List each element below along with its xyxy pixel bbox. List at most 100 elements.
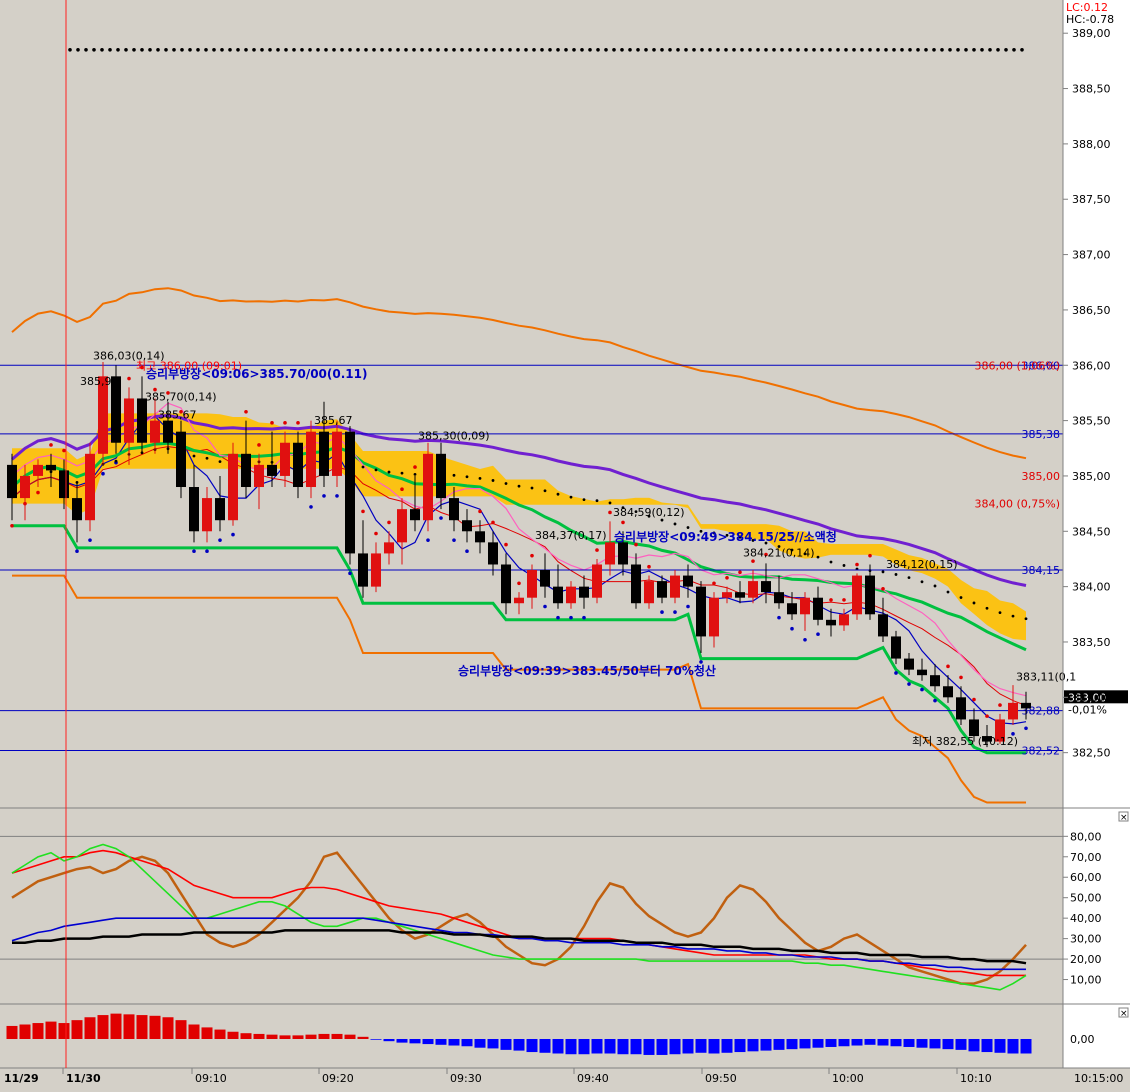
high-dot xyxy=(668,48,672,52)
candle-body xyxy=(579,586,589,598)
cloud-segment xyxy=(857,544,870,555)
candle-body xyxy=(618,542,628,565)
macd-bar xyxy=(435,1039,447,1045)
macd-bar xyxy=(32,1023,44,1039)
y-tick-label: 383,50 xyxy=(1072,636,1111,649)
baseline-dot xyxy=(504,482,508,485)
high-dot xyxy=(324,48,328,52)
macd-bar xyxy=(71,1020,83,1039)
candle-body xyxy=(228,453,238,521)
candle-body xyxy=(735,592,745,598)
candle-body xyxy=(371,553,381,587)
x-tick-label: 09:40 xyxy=(577,1072,609,1085)
trading-chart[interactable]: 386,00 385,38 384,15 382,88 382,52 386,00 (1,… xyxy=(0,0,1130,1088)
macd-bar xyxy=(58,1023,70,1039)
high-dot xyxy=(636,48,640,52)
candle-body xyxy=(1008,702,1018,720)
close-icon[interactable]: × xyxy=(1118,1007,1129,1019)
candle-body xyxy=(488,542,498,565)
stochastic-tick-label: 10,00 xyxy=(1070,974,1102,987)
macd-bar xyxy=(1020,1039,1032,1054)
high-dot xyxy=(684,48,688,52)
macd-bar xyxy=(695,1039,707,1053)
candle-body xyxy=(813,597,823,620)
psar-dot xyxy=(998,703,1002,707)
psar-dot xyxy=(296,421,300,425)
macd-bar xyxy=(708,1039,720,1054)
baseline-dot xyxy=(985,606,989,610)
psar-dot xyxy=(413,465,417,469)
psar-dot xyxy=(803,637,807,642)
macd-bar xyxy=(227,1031,239,1039)
high-dot xyxy=(412,48,416,52)
psar-dot xyxy=(426,538,430,542)
baseline-dot xyxy=(933,584,937,588)
high-dot xyxy=(732,48,736,52)
candle-body xyxy=(397,509,407,543)
macd-bar xyxy=(682,1039,694,1054)
baseline-dot xyxy=(218,460,222,464)
macd-bar xyxy=(526,1039,538,1053)
macd-bar xyxy=(539,1039,551,1053)
high-dot xyxy=(924,48,928,52)
macd-bar xyxy=(968,1039,980,1052)
baseline-dot xyxy=(959,596,963,599)
psar-dot xyxy=(608,510,612,515)
macd-bar xyxy=(188,1024,200,1039)
high-dot xyxy=(740,48,744,52)
macd-bar xyxy=(513,1039,525,1051)
high-dot xyxy=(332,48,336,52)
price-annotation: 384,21(0,14) xyxy=(743,547,815,560)
candle-body xyxy=(163,420,173,443)
candle-body xyxy=(85,453,95,521)
high-dot xyxy=(892,48,896,52)
psar-dot xyxy=(49,443,53,447)
psar-dot xyxy=(36,490,40,495)
psar-dot xyxy=(348,571,352,576)
macd-bar xyxy=(422,1039,434,1045)
price-annotation: 383,11(0,1 xyxy=(1016,671,1076,684)
strategy-note: 승리부방장<09:39>383.45/50부터 70%청산 xyxy=(458,663,716,678)
high-dot xyxy=(196,48,200,52)
high-dot xyxy=(84,48,88,52)
strategy-note: 승리부방장<09:06>385.70/00(0.11) xyxy=(146,366,367,381)
chart-canvas[interactable]: 386,00385,38384,15382,88382,52386,00 (1,… xyxy=(0,0,1130,1088)
macd-bar xyxy=(123,1014,135,1039)
baseline-dot xyxy=(1011,614,1015,618)
cloud-segment xyxy=(467,464,480,497)
macd-bar xyxy=(279,1035,291,1039)
price-annotation: 386,03(0,14) xyxy=(93,350,165,363)
psar-dot xyxy=(985,714,989,718)
psar-dot xyxy=(335,494,339,498)
high-dot xyxy=(580,48,584,52)
candle-body xyxy=(891,636,901,659)
psar-dot xyxy=(322,494,326,498)
high-dot xyxy=(596,48,600,52)
macd-bar xyxy=(916,1039,928,1048)
high-dot xyxy=(796,48,800,52)
x-tick-label: 10:10 xyxy=(960,1072,992,1085)
candle-body xyxy=(969,719,979,737)
psar-dot xyxy=(725,575,729,580)
psar-dot xyxy=(647,564,651,569)
baseline-dot xyxy=(569,495,573,499)
baseline-dot xyxy=(387,470,391,474)
macd-bar xyxy=(383,1039,395,1042)
close-icon[interactable]: × xyxy=(1118,811,1129,823)
high-dot xyxy=(916,48,920,52)
macd-bar xyxy=(448,1039,460,1046)
candle-body xyxy=(189,487,199,532)
high-dot xyxy=(532,48,536,52)
price-annotation: 384,37(0,17) xyxy=(535,529,607,542)
macd-tick-label: 0,00 xyxy=(1070,1033,1095,1046)
high-dot xyxy=(260,48,264,52)
x-tick-label: 09:50 xyxy=(705,1072,737,1085)
high-dot xyxy=(676,48,680,52)
psar-dot xyxy=(777,615,781,620)
psar-dot xyxy=(894,671,898,675)
baseline-dot xyxy=(673,522,677,526)
high-dot xyxy=(660,48,664,52)
reference-label: 382,52 xyxy=(1022,744,1061,757)
macd-bar xyxy=(838,1039,850,1047)
cloud-segment xyxy=(532,479,545,505)
